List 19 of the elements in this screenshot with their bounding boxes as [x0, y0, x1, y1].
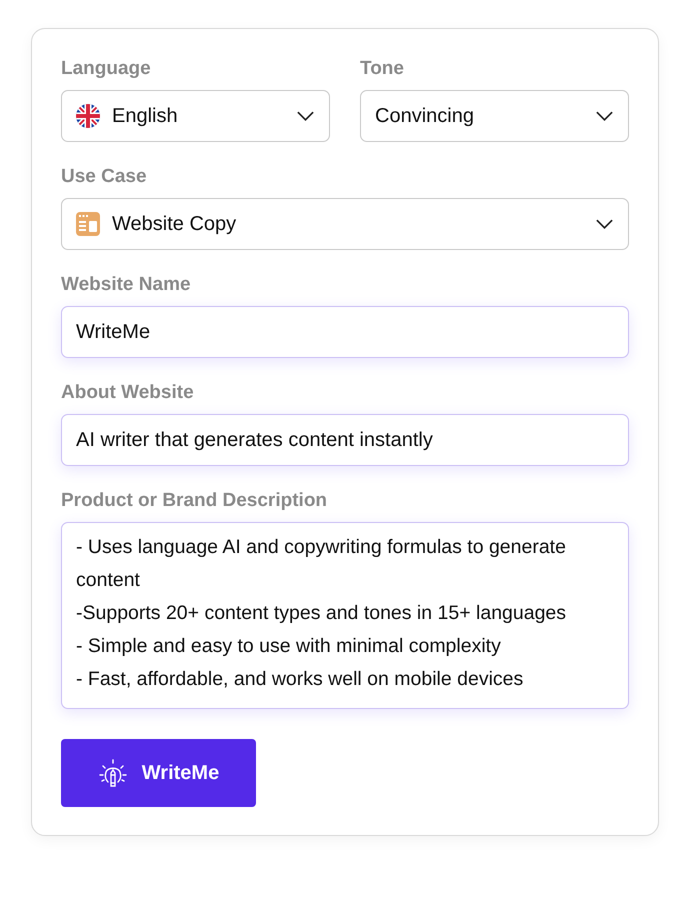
dropdown[interactable]: Convincing	[360, 90, 629, 142]
text-field[interactable]: WriteMe	[61, 306, 629, 358]
field-label: Tone	[360, 58, 405, 80]
chevron-down-icon	[595, 218, 614, 230]
dropdown[interactable]: Website Copy	[61, 198, 629, 250]
lightbulb-pencil-icon	[98, 758, 128, 788]
chevron-down-icon	[296, 110, 315, 122]
field-label: About Website	[61, 382, 195, 404]
field-label: Use Case	[61, 166, 148, 188]
text-area[interactable]: - Uses language AI and copywriting formulas to generate content -Supports 20+ content types and tones in 15+ languages - Simple and easy to use with minimal complexity - Fast, affordable, and works well on mobile devices	[61, 522, 629, 709]
field-label: Product or Brand Description	[61, 490, 328, 512]
field-label: Website Name	[61, 274, 192, 296]
text-field[interactable]: AI writer that generates content instantly	[61, 414, 629, 466]
chevron-down-icon	[595, 110, 614, 122]
field-label: Language	[61, 58, 152, 80]
flag-icon	[76, 104, 100, 128]
browser-icon	[76, 212, 100, 236]
dropdown[interactable]: English	[61, 90, 330, 142]
writeme-button[interactable]: WriteMe	[61, 739, 256, 807]
